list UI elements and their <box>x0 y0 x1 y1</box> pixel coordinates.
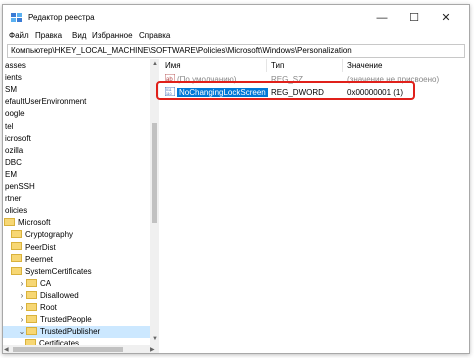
tree-item-label: PeerDist <box>25 242 56 252</box>
maximize-button[interactable]: ☐ <box>401 9 427 27</box>
tree-item-label: SM <box>5 85 17 95</box>
tree-item-label: SystemCertificates <box>25 266 92 276</box>
tree-item[interactable]: tel <box>3 121 150 133</box>
menu-view[interactable]: Вид <box>72 31 86 40</box>
tree-item-label: rtner <box>5 194 22 204</box>
tree-item[interactable]: penSSH <box>3 181 150 193</box>
menu-file[interactable]: Файл <box>9 31 29 40</box>
tree-item-label: Cryptography <box>25 230 74 240</box>
chevron-right-icon[interactable]: › <box>18 290 26 302</box>
column-header-name[interactable]: Имя <box>161 59 267 72</box>
tree-vertical-scrollbar[interactable]: ▲ ▼ <box>150 59 159 345</box>
tree-item-label: Microsoft <box>18 218 51 228</box>
registry-editor-window: Редактор реестра — ☐ ✕ Файл Правка Вид И… <box>2 4 470 354</box>
tree-item-label: DBC <box>5 157 22 167</box>
menu-bar: Файл Правка Вид Избранное Справка <box>3 29 469 43</box>
tree-item[interactable]: › Root <box>3 302 150 314</box>
folder-icon <box>4 218 15 227</box>
tree-item-label: Peernet <box>25 254 54 264</box>
tree-item[interactable]: rtner <box>3 193 150 205</box>
title-bar: Редактор реестра — ☐ ✕ <box>3 5 469 31</box>
tree-item[interactable]: asses <box>3 60 150 72</box>
tree-item-label: penSSH <box>5 182 35 191</box>
folder-icon <box>11 242 22 251</box>
chevron-right-icon[interactable]: › <box>18 314 26 326</box>
folder-icon <box>26 302 37 311</box>
tree-item-label: efaultUserEnvironment <box>5 97 87 107</box>
tree-hscroll-thumb[interactable] <box>13 347 123 352</box>
tree-item-label: tel <box>5 121 14 131</box>
scroll-down-icon[interactable]: ▼ <box>152 336 158 342</box>
menu-edit[interactable]: Правка <box>35 31 62 40</box>
tree-item[interactable]: ozilla <box>3 145 150 157</box>
tree-item[interactable]: Microsoft <box>3 217 150 229</box>
scroll-up-icon[interactable]: ▲ <box>152 61 158 67</box>
tree-item[interactable]: › Disallowed <box>3 290 150 302</box>
tree-item-label: olicies <box>5 206 28 216</box>
tree-item[interactable]: › TrustedPeople <box>3 314 150 326</box>
address-bar[interactable]: Компьютер\HKEY_LOCAL_MACHINE\SOFTWARE\Po… <box>7 44 465 58</box>
chevron-down-icon[interactable]: ⌄ <box>18 326 26 338</box>
tree-item[interactable]: PeerDist <box>3 242 150 254</box>
tree-item[interactable]: DBC <box>3 157 150 169</box>
column-header-value[interactable]: Значение <box>343 59 469 72</box>
tree-scroll-thumb[interactable] <box>152 123 157 223</box>
tree-item[interactable]: olicies <box>3 205 150 217</box>
tree-item-label: asses <box>5 61 26 70</box>
chevron-right-icon[interactable]: › <box>18 302 26 314</box>
chevron-right-icon[interactable]: › <box>18 278 26 290</box>
tree-item[interactable]: Peernet <box>3 254 150 266</box>
tree-item-label: CA <box>40 278 52 288</box>
window-title: Редактор реестра <box>28 13 95 22</box>
key-tree: asses ients SM efaultUserEnvironment oogle te… <box>3 59 150 345</box>
minimize-button[interactable]: — <box>369 9 395 27</box>
tree-item[interactable]: efaultUserEnvironment <box>3 96 150 108</box>
tree-horizontal-scrollbar[interactable]: ◀ ▶ <box>3 345 159 353</box>
tree-item[interactable]: EM <box>3 169 150 181</box>
tree-item[interactable]: › CA <box>3 278 150 290</box>
folder-icon <box>11 230 22 239</box>
folder-icon <box>11 254 22 263</box>
scroll-right-icon[interactable]: ▶ <box>150 346 155 353</box>
tree-item[interactable]: ients <box>3 72 150 84</box>
folder-icon <box>26 290 37 299</box>
tree-item[interactable]: Cryptography <box>3 229 150 241</box>
close-button[interactable]: ✕ <box>433 9 459 27</box>
tree-item[interactable]: ⌄ TrustedPublisher <box>3 326 150 339</box>
tree-item-label: Disallowed <box>40 290 79 300</box>
folder-icon <box>26 314 37 323</box>
folder-icon <box>26 327 37 336</box>
folder-icon <box>26 278 37 287</box>
tree-item-label: Root <box>40 303 57 312</box>
tree-item-label: icrosoft <box>5 133 31 143</box>
scroll-left-icon[interactable]: ◀ <box>4 346 9 353</box>
tree-item[interactable]: icrosoft <box>3 133 150 145</box>
tree-item-label: oogle <box>5 109 25 119</box>
tree-item-label: ients <box>5 73 22 83</box>
tree-item-label: EM <box>5 169 17 179</box>
menu-help[interactable]: Справка <box>139 31 170 40</box>
tree-item-label: TrustedPeople <box>40 315 92 325</box>
values-pane: Имя Тип Значение ab (По умолчанию) REG_S… <box>161 59 469 353</box>
tree-item-label: TrustedPublisher <box>40 327 101 337</box>
tree-item-label: ozilla <box>5 145 24 155</box>
tree-item[interactable]: SystemCertificates <box>3 266 150 278</box>
menu-favorites[interactable]: Избранное <box>92 31 133 40</box>
highlight-box <box>156 81 415 100</box>
tree-item[interactable]: Certificates <box>3 338 150 345</box>
tree-item[interactable]: SM <box>3 84 150 96</box>
registry-editor-icon <box>11 13 22 22</box>
folder-icon <box>11 266 22 275</box>
column-header-type[interactable]: Тип <box>267 59 343 72</box>
tree-item[interactable]: oogle <box>3 108 150 120</box>
